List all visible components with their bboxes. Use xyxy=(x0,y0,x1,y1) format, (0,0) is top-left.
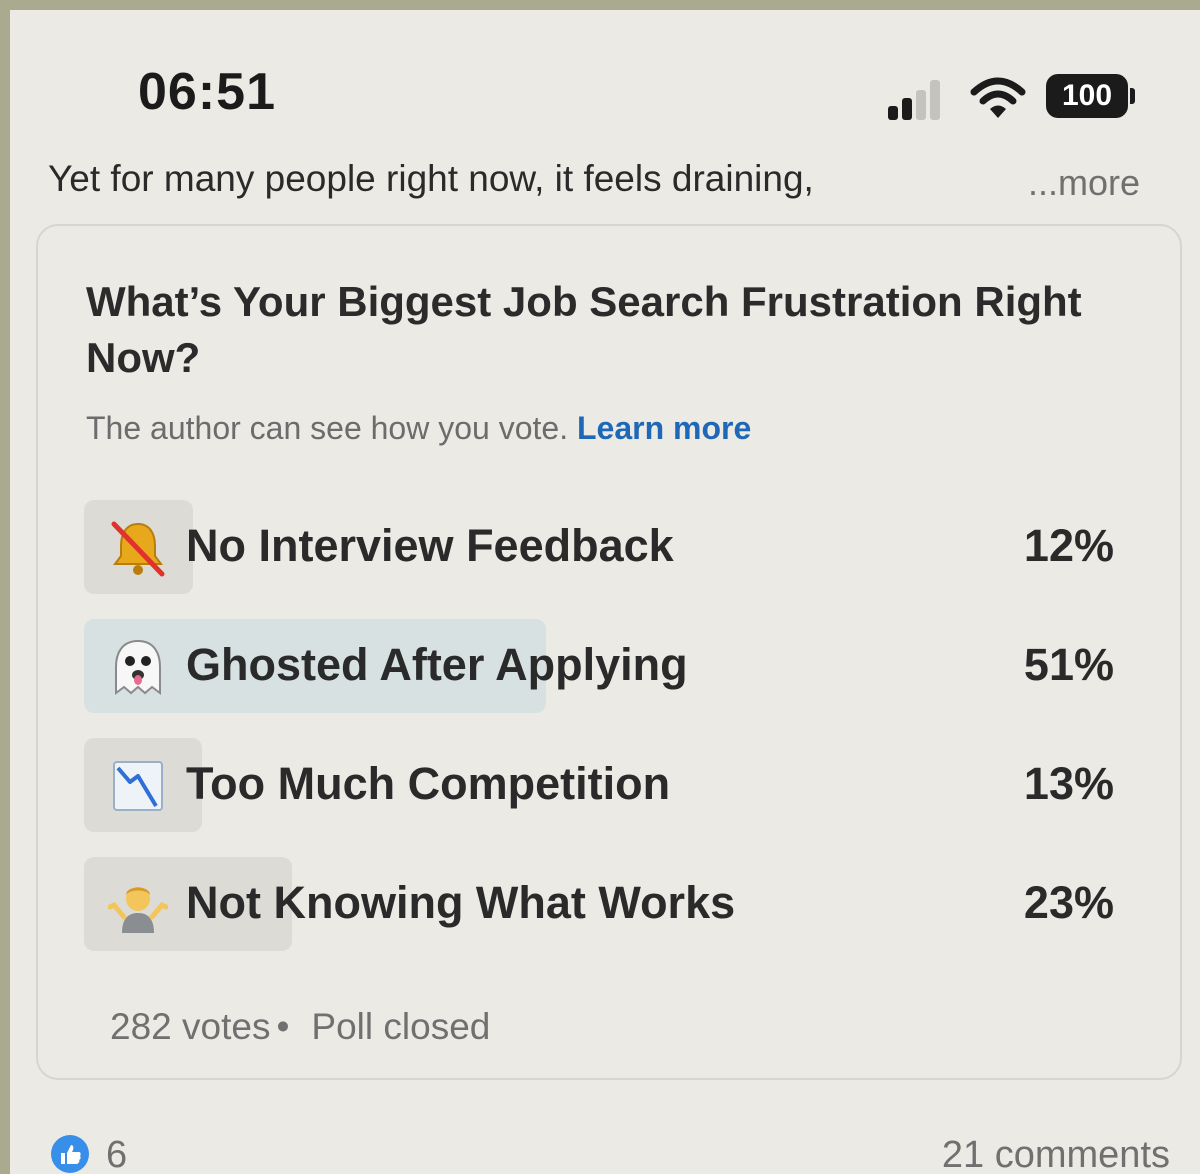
poll-option-ghosted-after-applying[interactable]: Ghosted After Applying 51% xyxy=(84,619,1114,713)
see-more-link[interactable]: ...more xyxy=(1028,162,1140,204)
poll-option-not-knowing-what-works[interactable]: Not Knowing What Works 23% xyxy=(84,857,1114,951)
chart-decreasing-emoji-icon xyxy=(113,761,163,811)
meta-separator: • xyxy=(276,1006,290,1047)
battery-tip xyxy=(1130,88,1135,104)
poll-privacy-note: The author can see how you vote. Learn m… xyxy=(86,410,751,447)
status-bar: 06:51 100 xyxy=(10,10,1200,140)
privacy-text: The author can see how you vote. xyxy=(86,410,569,446)
battery-indicator: 100 xyxy=(1046,74,1128,118)
poll-option-no-interview-feedback[interactable]: No Interview Feedback 12% xyxy=(84,500,1114,594)
status-time: 06:51 xyxy=(138,63,276,121)
no-bell-emoji-icon xyxy=(111,521,165,577)
poll-option-label: Not Knowing What Works xyxy=(186,877,736,928)
poll-option-label: No Interview Feedback xyxy=(186,520,674,571)
poll-card: What’s Your Biggest Job Search Frustrati… xyxy=(36,224,1182,1080)
learn-more-link[interactable]: Learn more xyxy=(577,410,751,446)
like-icon[interactable] xyxy=(50,1134,90,1174)
vote-count: 282 votes xyxy=(110,1006,271,1047)
poll-status: Poll closed xyxy=(311,1006,491,1047)
poll-option-percent: 12% xyxy=(1023,520,1114,571)
cellular-signal-icon xyxy=(888,80,950,120)
wifi-icon xyxy=(970,77,1026,118)
poll-meta: 282 votes • Poll closed xyxy=(110,1006,490,1048)
poll-option-label: Ghosted After Applying xyxy=(186,639,688,690)
phone-screen: 06:51 100 Yet for many people right now,… xyxy=(10,10,1200,1174)
reaction-count[interactable]: 6 xyxy=(106,1134,127,1174)
poll-option-too-much-competition[interactable]: Too Much Competition 13% xyxy=(84,738,1114,832)
poll-title: What’s Your Biggest Job Search Frustrati… xyxy=(86,278,1082,381)
comments-count-link[interactable]: 21 comments xyxy=(942,1134,1170,1174)
poll-option-percent: 23% xyxy=(1023,877,1114,928)
poll-option-percent: 51% xyxy=(1023,639,1114,690)
poll-option-percent: 13% xyxy=(1023,758,1114,809)
ghost-emoji-icon xyxy=(115,639,161,695)
person-shrugging-emoji-icon xyxy=(108,887,168,933)
post-teaser-text: Yet for many people right now, it feels … xyxy=(48,158,814,199)
poll-option-label: Too Much Competition xyxy=(186,758,671,809)
